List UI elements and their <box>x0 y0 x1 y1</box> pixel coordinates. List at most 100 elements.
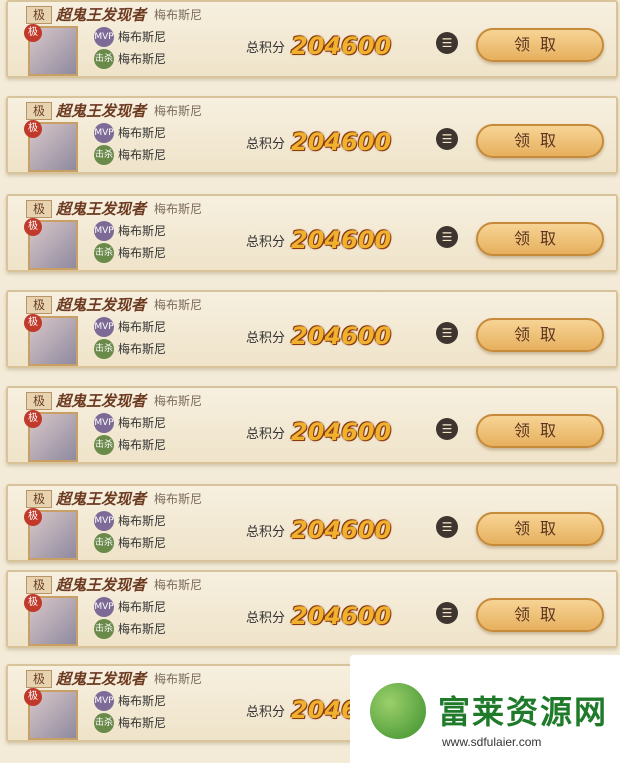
row-title: 超鬼王发现者 <box>56 392 147 410</box>
list-icon[interactable]: ☰ <box>436 602 458 624</box>
row-title: 超鬼王发现者 <box>56 200 147 218</box>
row-tag: 极 超鬼王发现者 梅布斯尼 <box>26 668 202 689</box>
rank-mark-icon: 极 <box>24 218 42 236</box>
reward-row: 极 超鬼王发现者 梅布斯尼 极 MVP 梅布斯尼 击杀 梅布斯尼 总积分 20460… <box>6 484 618 562</box>
kill-name: 梅布斯尼 <box>118 148 167 162</box>
mvp-name: 梅布斯尼 <box>118 514 167 528</box>
score: 总积分 204600 <box>246 128 391 156</box>
grade-badge: 极 <box>26 5 53 24</box>
reward-list: 极 超鬼王发现者 梅布斯尼 极 MVP 梅布斯尼 击杀 梅布斯尼 总积分 20460… <box>0 0 620 763</box>
claim-button[interactable]: 领取 <box>476 318 604 352</box>
rank-mark-icon: 极 <box>24 120 42 138</box>
player-meta: MVP 梅布斯尼 击杀 梅布斯尼 <box>94 220 166 264</box>
score-label: 总积分 <box>246 524 286 540</box>
score-value: 204600 <box>291 602 392 630</box>
mvp-icon: MVP <box>94 317 114 337</box>
row-owner: 梅布斯尼 <box>154 202 203 216</box>
row-title: 超鬼王发现者 <box>56 296 147 314</box>
row-owner: 梅布斯尼 <box>154 104 203 118</box>
row-title: 超鬼王发现者 <box>56 6 147 24</box>
list-icon[interactable]: ☰ <box>436 128 458 150</box>
kill-name: 梅布斯尼 <box>118 342 167 356</box>
reward-row: 极 超鬼王发现者 梅布斯尼 极 MVP 梅布斯尼 击杀 梅布斯尼 总积分 20460… <box>6 194 618 272</box>
player-meta: MVP 梅布斯尼 击杀 梅布斯尼 <box>94 26 166 70</box>
row-tag: 极 超鬼王发现者 梅布斯尼 <box>26 574 202 595</box>
mvp-name: 梅布斯尼 <box>118 694 167 708</box>
score: 总积分 204600 <box>246 516 391 544</box>
player-meta: MVP 梅布斯尼 击杀 梅布斯尼 <box>94 122 166 166</box>
avatar[interactable]: 极 <box>24 218 78 270</box>
watermark: 富莱资源网 www.sdfulaier.com <box>350 655 620 763</box>
avatar[interactable]: 极 <box>24 410 78 462</box>
list-icon[interactable]: ☰ <box>436 322 458 344</box>
avatar[interactable]: 极 <box>24 314 78 366</box>
mvp-name: 梅布斯尼 <box>118 126 167 140</box>
reward-row: 极 超鬼王发现者 梅布斯尼 极 MVP 梅布斯尼 击杀 梅布斯尼 总积分 20460… <box>6 0 618 78</box>
row-tag: 极 超鬼王发现者 梅布斯尼 <box>26 294 202 315</box>
player-meta: MVP 梅布斯尼 击杀 梅布斯尼 <box>94 316 166 360</box>
player-meta: MVP 梅布斯尼 击杀 梅布斯尼 <box>94 596 166 640</box>
score-value: 204600 <box>291 32 392 60</box>
score-label: 总积分 <box>246 704 286 720</box>
score-label: 总积分 <box>246 330 286 346</box>
reward-row: 极 超鬼王发现者 梅布斯尼 极 MVP 梅布斯尼 击杀 梅布斯尼 总积分 20460… <box>6 570 618 648</box>
watermark-logo <box>370 683 426 739</box>
grade-badge: 极 <box>26 489 53 508</box>
list-icon[interactable]: ☰ <box>436 418 458 440</box>
avatar[interactable]: 极 <box>24 594 78 646</box>
claim-button[interactable]: 领取 <box>476 414 604 448</box>
mvp-icon: MVP <box>94 27 114 47</box>
mvp-icon: MVP <box>94 413 114 433</box>
kill-icon: 击杀 <box>94 619 114 639</box>
list-icon[interactable]: ☰ <box>436 226 458 248</box>
claim-button[interactable]: 领取 <box>476 598 604 632</box>
watermark-name: 富莱资源网 <box>438 694 609 730</box>
list-icon[interactable]: ☰ <box>436 32 458 54</box>
grade-badge: 极 <box>26 199 53 218</box>
row-title: 超鬼王发现者 <box>56 102 147 120</box>
claim-button[interactable]: 领取 <box>476 222 604 256</box>
score-value: 204600 <box>291 128 392 156</box>
avatar[interactable]: 极 <box>24 508 78 560</box>
player-meta: MVP 梅布斯尼 击杀 梅布斯尼 <box>94 510 166 554</box>
score: 总积分 204600 <box>246 602 391 630</box>
row-owner: 梅布斯尼 <box>154 298 203 312</box>
row-owner: 梅布斯尼 <box>154 492 203 506</box>
row-title: 超鬼王发现者 <box>56 576 147 594</box>
row-title: 超鬼王发现者 <box>56 670 147 688</box>
rank-mark-icon: 极 <box>24 24 42 42</box>
mvp-icon: MVP <box>94 123 114 143</box>
avatar[interactable]: 极 <box>24 120 78 172</box>
grade-badge: 极 <box>26 101 53 120</box>
row-owner: 梅布斯尼 <box>154 672 203 686</box>
reward-row: 极 超鬼王发现者 梅布斯尼 极 MVP 梅布斯尼 击杀 梅布斯尼 总积分 20460… <box>6 290 618 368</box>
reward-row: 极 超鬼王发现者 梅布斯尼 极 MVP 梅布斯尼 击杀 梅布斯尼 总积分 20460… <box>6 96 618 174</box>
kill-name: 梅布斯尼 <box>118 716 167 730</box>
rank-mark-icon: 极 <box>24 508 42 526</box>
kill-icon: 击杀 <box>94 713 114 733</box>
avatar[interactable]: 极 <box>24 24 78 76</box>
rank-mark-icon: 极 <box>24 314 42 332</box>
kill-icon: 击杀 <box>94 145 114 165</box>
list-icon[interactable]: ☰ <box>436 516 458 538</box>
player-meta: MVP 梅布斯尼 击杀 梅布斯尼 <box>94 412 166 456</box>
reward-row: 极 超鬼王发现者 梅布斯尼 极 MVP 梅布斯尼 击杀 梅布斯尼 总积分 20460… <box>6 386 618 464</box>
avatar[interactable]: 极 <box>24 688 78 740</box>
score-label: 总积分 <box>246 426 286 442</box>
score: 总积分 204600 <box>246 322 391 350</box>
row-title: 超鬼王发现者 <box>56 490 147 508</box>
score-value: 204600 <box>291 516 392 544</box>
score-label: 总积分 <box>246 136 286 152</box>
mvp-name: 梅布斯尼 <box>118 224 167 238</box>
mvp-icon: MVP <box>94 691 114 711</box>
mvp-name: 梅布斯尼 <box>118 320 167 334</box>
row-owner: 梅布斯尼 <box>154 8 203 22</box>
claim-button[interactable]: 领取 <box>476 124 604 158</box>
row-owner: 梅布斯尼 <box>154 394 203 408</box>
score-value: 204600 <box>291 226 392 254</box>
mvp-icon: MVP <box>94 597 114 617</box>
rank-mark-icon: 极 <box>24 688 42 706</box>
claim-button[interactable]: 领取 <box>476 28 604 62</box>
grade-badge: 极 <box>26 295 53 314</box>
claim-button[interactable]: 领取 <box>476 512 604 546</box>
